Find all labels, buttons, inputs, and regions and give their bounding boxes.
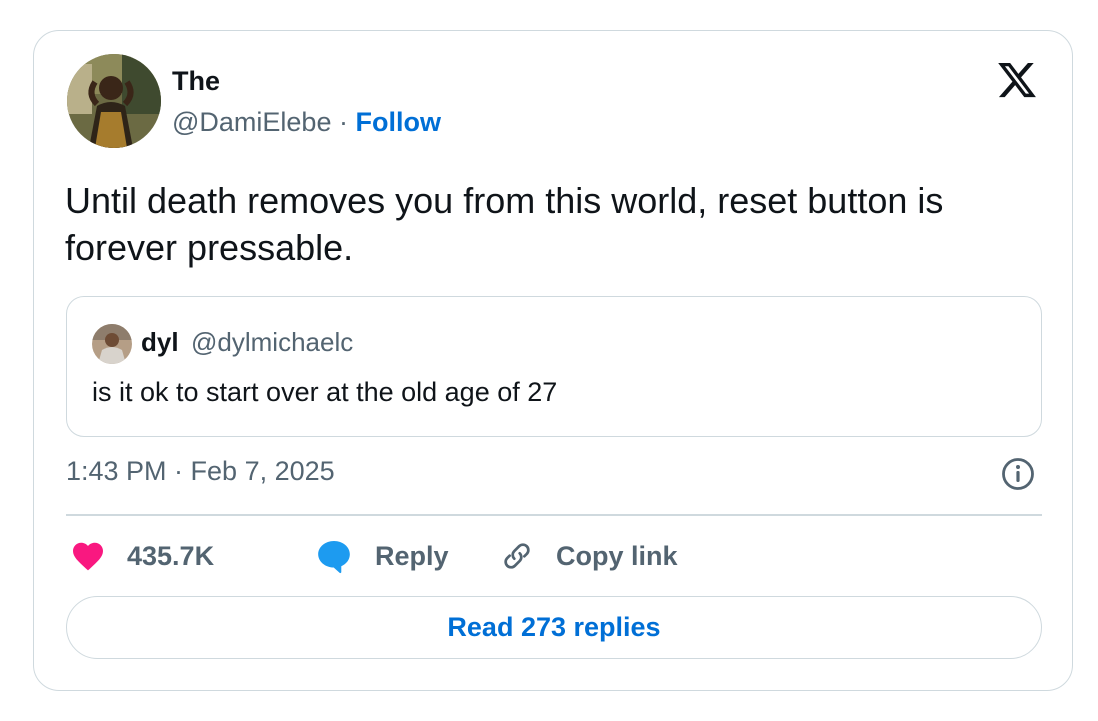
embedded-tweet-card[interactable]: The @DamiElebe · Follow Until death remo… [33, 30, 1073, 691]
author-handle-row: @DamiElebe · Follow [172, 107, 441, 138]
author-name[interactable]: The [172, 66, 220, 97]
info-icon[interactable] [1000, 456, 1036, 492]
quoted-author-name: dyl [141, 327, 179, 357]
divider [66, 514, 1042, 516]
reply-label: Reply [375, 540, 449, 571]
like-count: 435.7K [127, 540, 215, 571]
copy-link-button[interactable]: Copy link [499, 536, 678, 576]
read-replies-button[interactable]: Read 273 replies [66, 596, 1042, 659]
quoted-avatar [92, 324, 132, 364]
reply-button[interactable]: Reply [314, 536, 449, 576]
follow-button[interactable]: Follow [355, 107, 440, 137]
x-logo-icon[interactable] [995, 59, 1039, 101]
heart-icon [73, 542, 103, 571]
tweet-timestamp[interactable]: 1:43 PM · Feb 7, 2025 [66, 456, 335, 487]
quoted-tweet[interactable]: dyl @dylmichaelc is it ok to start over … [66, 296, 1042, 437]
handle-separator: · [331, 107, 356, 137]
quoted-author-handle: @dylmichaelc [191, 327, 354, 357]
author-handle[interactable]: @DamiElebe [172, 107, 331, 137]
author-avatar[interactable] [67, 54, 161, 148]
quoted-tweet-text: is it ok to start over at the old age of… [92, 377, 558, 407]
reply-bubble-icon [318, 540, 350, 574]
like-button[interactable]: 435.7K [69, 536, 214, 576]
link-icon [504, 543, 530, 569]
copy-link-label: Copy link [556, 540, 678, 571]
tweet-text: Until death removes you from this world,… [65, 180, 944, 268]
